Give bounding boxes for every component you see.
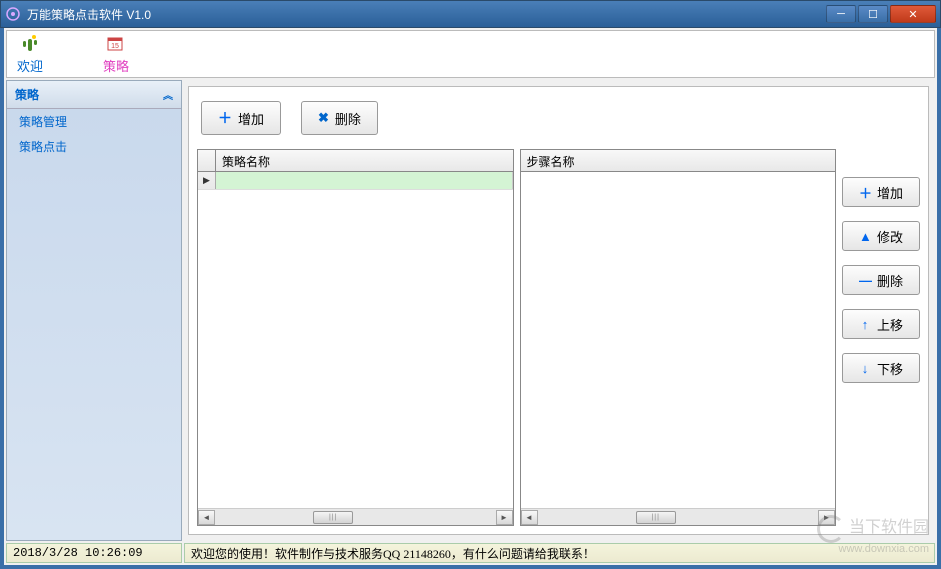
calendar-icon: 15 [107,34,125,54]
window-frame: 欢迎 15 策略 策略 ︽ 策略管理 策略点击 [0,28,941,569]
arrow-down-icon: ↓ [859,361,871,376]
scroll-track[interactable]: ||| [215,510,496,525]
minimize-button[interactable]: ─ [826,5,856,23]
strategy-grid[interactable]: 策略名称 ▶ ◄ ||| [197,149,514,526]
scroll-right-button[interactable]: ► [818,510,835,525]
side-delete-label: 删除 [877,271,903,290]
side-action-bar: ＋ 增加 ▲ 修改 — 删除 ↑ 上移 [842,149,920,526]
side-moveup-button[interactable]: ↑ 上移 [842,309,920,339]
titlebar: 万能策略点击软件 V1.0 ─ ☐ ✕ [0,0,941,28]
side-add-button[interactable]: ＋ 增加 [842,177,920,207]
plus-icon: ＋ [218,108,232,128]
cactus-icon [20,34,40,54]
toolbar-strategy-label: 策略 [103,56,129,75]
chevron-up-icon: ︽ [163,87,173,102]
side-movedown-label: 下移 [877,359,903,378]
add-button-label: 增加 [238,109,264,128]
toolbar-welcome-label: 欢迎 [17,56,43,75]
strategy-grid-header: 策略名称 [198,150,513,172]
plus-icon: ＋ [859,183,871,202]
side-delete-button[interactable]: — 删除 [842,265,920,295]
side-add-label: 增加 [877,183,903,202]
side-movedown-button[interactable]: ↓ 下移 [842,353,920,383]
row-indicator: ▶ [198,172,216,189]
main-toolbar: 欢迎 15 策略 [6,30,935,78]
scroll-thumb[interactable]: ||| [636,511,676,524]
scroll-thumb[interactable]: ||| [313,511,353,524]
strategy-grid-hscroll[interactable]: ◄ ||| ► [198,508,513,525]
step-grid-header: 步骤名称 [521,150,836,172]
step-grid[interactable]: 步骤名称 ◄ ||| ► [520,149,837,526]
strategy-grid-body[interactable]: ▶ [198,172,513,508]
add-button[interactable]: ＋ 增加 [201,101,281,135]
scroll-left-button[interactable]: ◄ [521,510,538,525]
table-row[interactable]: ▶ [198,172,513,190]
grid-gutter-header [198,150,216,171]
minus-icon: — [859,273,871,288]
window-controls: ─ ☐ ✕ [824,5,936,23]
side-moveup-label: 上移 [877,315,903,334]
sidebar-item-label: 策略点击 [19,140,67,154]
status-message: 欢迎您的使用！软件制作与技术服务QQ 21148260，有什么问题请给我联系！ [184,543,935,563]
toolbar-welcome[interactable]: 欢迎 [17,34,43,75]
content-area: ＋ 增加 ✖ 删除 策略名称 [182,80,935,541]
triangle-up-icon: ▲ [859,229,871,244]
main-body: 策略 ︽ 策略管理 策略点击 ＋ 增加 ✖ [6,80,935,541]
strategy-name-cell[interactable] [216,172,513,189]
top-action-bar: ＋ 增加 ✖ 删除 [197,95,920,149]
toolbar-strategy[interactable]: 15 策略 [103,34,129,75]
scroll-right-button[interactable]: ► [496,510,513,525]
sidebar-item-click[interactable]: 策略点击 [7,134,181,159]
maximize-button[interactable]: ☐ [858,5,888,23]
step-name-column[interactable]: 步骤名称 [521,150,836,171]
statusbar: 2018/3/28 10:26:09 欢迎您的使用！软件制作与技术服务QQ 21… [6,543,935,563]
scroll-track[interactable]: ||| [538,510,819,525]
step-grid-hscroll[interactable]: ◄ ||| ► [521,508,836,525]
sidebar: 策略 ︽ 策略管理 策略点击 [6,80,182,541]
scroll-left-button[interactable]: ◄ [198,510,215,525]
step-grid-body[interactable] [521,172,836,508]
x-icon: ✖ [318,110,329,126]
sidebar-item-label: 策略管理 [19,115,67,129]
side-edit-button[interactable]: ▲ 修改 [842,221,920,251]
strategy-name-column[interactable]: 策略名称 [216,150,513,171]
sidebar-header-label: 策略 [15,86,39,103]
delete-button-label: 删除 [335,109,361,128]
table-area: 策略名称 ▶ ◄ ||| [197,149,920,526]
current-row-icon: ▶ [203,175,210,186]
status-timestamp: 2018/3/28 10:26:09 [6,543,182,563]
sidebar-header[interactable]: 策略 ︽ [7,81,181,109]
close-button[interactable]: ✕ [890,5,936,23]
strategy-grid-wrap: 策略名称 ▶ ◄ ||| [197,149,514,526]
svg-text:15: 15 [111,43,119,50]
sidebar-item-manage[interactable]: 策略管理 [7,109,181,134]
content-panel: ＋ 增加 ✖ 删除 策略名称 [188,86,929,535]
delete-button[interactable]: ✖ 删除 [301,101,378,135]
arrow-up-icon: ↑ [859,317,871,332]
app-icon [5,6,21,22]
window-title: 万能策略点击软件 V1.0 [27,6,824,23]
step-grid-wrap: 步骤名称 ◄ ||| ► [520,149,837,526]
side-edit-label: 修改 [877,227,903,246]
